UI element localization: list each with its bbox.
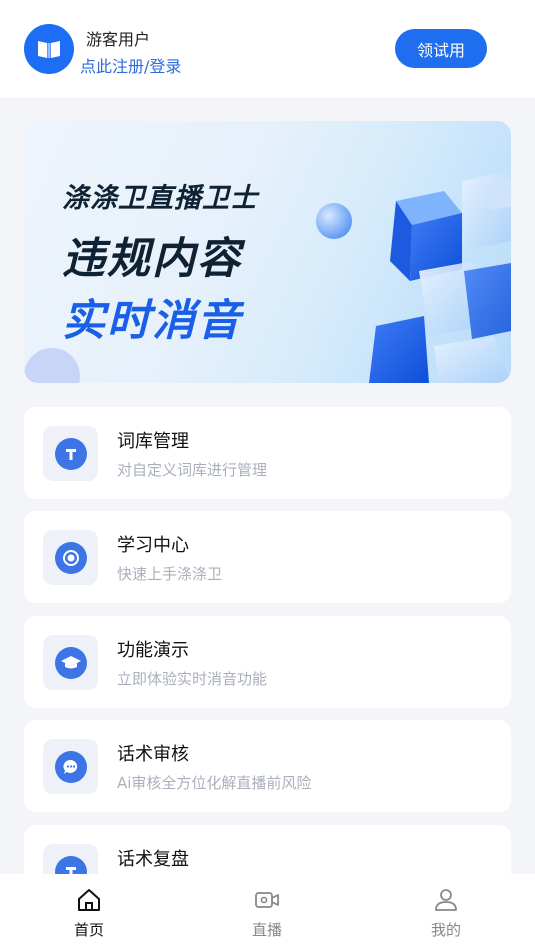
- menu-item-title: 学习中心: [117, 535, 189, 556]
- home-icon: [78, 889, 100, 911]
- banner-headline-2: 实时消音: [62, 296, 242, 346]
- top-bar: 游客用户 点此注册/登录 领试用: [0, 0, 535, 98]
- menu-item-feature-demo[interactable]: 功能演示 立即体验实时消音功能: [24, 616, 511, 708]
- menu-icon-box: [43, 426, 98, 481]
- promo-banner[interactable]: 涤涤卫直播卫士 违规内容 实时消音: [24, 121, 511, 383]
- book-icon: [38, 41, 60, 58]
- tab-label: 直播: [251, 921, 282, 939]
- t-letter-icon: [54, 437, 87, 470]
- menu-item-desc: 快速上手涤涤卫: [117, 565, 223, 583]
- menu-item-desc: 对自定义词库进行管理: [117, 461, 268, 479]
- banner-title: 涤涤卫直播卫士: [62, 183, 258, 214]
- tab-home[interactable]: 首页: [29, 874, 149, 951]
- menu-item-title: 词库管理: [117, 431, 189, 452]
- menu-item-learning-center[interactable]: 学习中心 快速上手涤涤卫: [24, 511, 511, 603]
- menu-item-desc: 立即体验实时消音功能: [117, 670, 268, 688]
- menu-icon-box: [43, 739, 98, 794]
- tab-label: 我的: [430, 921, 461, 939]
- chat-bubble-icon: [54, 750, 87, 783]
- banner-headline-1: 违规内容: [62, 234, 242, 284]
- menu-item-word-library[interactable]: 词库管理 对自定义词库进行管理: [24, 407, 511, 499]
- trial-button[interactable]: 领试用: [395, 29, 487, 68]
- menu-item-title: 话术复盘: [117, 849, 189, 870]
- tab-label: 首页: [73, 921, 104, 939]
- tab-mine[interactable]: 我的: [386, 874, 506, 951]
- menu-icon-box: [43, 530, 98, 585]
- avatar[interactable]: [24, 24, 74, 74]
- graduation-cap-icon: [54, 646, 87, 679]
- menu-item-desc: Ai审核全方位化解直播前风险: [117, 774, 312, 792]
- menu-item-title: 功能演示: [117, 640, 189, 661]
- menu-item-script-review[interactable]: 话术审核 Ai审核全方位化解直播前风险: [24, 720, 511, 812]
- tab-live[interactable]: 直播: [207, 874, 327, 951]
- user-name: 游客用户: [86, 30, 151, 49]
- bottom-tab-bar: 首页 直播 我的: [0, 874, 535, 951]
- video-camera-icon: [255, 892, 279, 908]
- user-icon: [435, 889, 457, 911]
- register-login-link[interactable]: 点此注册/登录: [80, 53, 181, 77]
- menu-icon-box: [43, 635, 98, 690]
- target-icon: [54, 541, 87, 574]
- menu-item-title: 话术审核: [117, 744, 189, 765]
